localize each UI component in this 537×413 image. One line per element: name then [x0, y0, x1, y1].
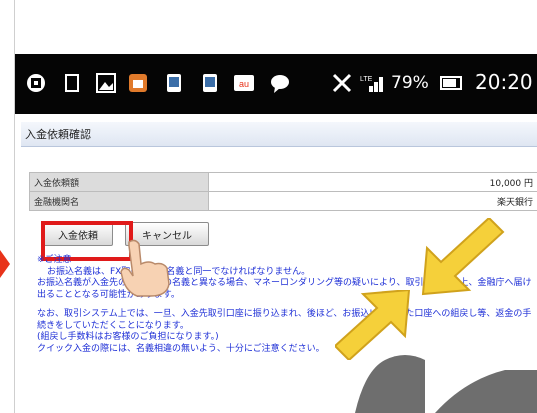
status-bar: au LTE 79% 20:20	[15, 54, 537, 114]
row-value: 10,000 円	[208, 172, 537, 192]
page-header: 入金依頼確認	[21, 122, 537, 147]
row-value: 楽天銀行	[208, 191, 537, 211]
signal-icon: LTE	[360, 76, 383, 92]
home-app-icon	[129, 74, 147, 92]
deposit-summary-table: 入金依頼額 10,000 円 金融機関名 楽天銀行	[29, 172, 537, 211]
left-pointer-arrow-icon	[0, 250, 10, 278]
battery-percent: 79%	[391, 73, 429, 93]
table-row: 金融機関名 楽天銀行	[29, 191, 537, 211]
table-row: 入金依頼額 10,000 円	[29, 172, 537, 192]
phone-screen: au LTE 79% 20:20 入金依頼確認 入金依頼額 10,000 円 金…	[14, 0, 537, 413]
notice-line: なお、取引システム上では、一旦、入金先取引口座に振り込まれ、後ほど、お振込いただ…	[37, 309, 532, 331]
left-margin	[0, 0, 14, 413]
overlay-shape	[435, 370, 537, 413]
gallery-icon	[96, 73, 116, 93]
page-title: 入金依頼確認	[25, 128, 91, 141]
vibrate-off-icon	[332, 73, 352, 93]
svg-text:LTE: LTE	[360, 76, 373, 83]
phone-app-icon	[167, 74, 181, 92]
arrow-down-left-icon	[421, 218, 505, 296]
clock: 20:20	[475, 70, 533, 94]
row-label: 入金依頼額	[29, 172, 209, 192]
phone-app-icon	[203, 74, 217, 92]
notice-line: (組戻し手数料はお客様のご負担になります。)	[37, 332, 219, 342]
row-label: 金融機関名	[29, 191, 209, 211]
pointing-hand-icon	[120, 239, 170, 297]
square-icon	[65, 74, 79, 92]
notice-line: クイック入金の際には、名義相違の無いよう、十分にご注意ください。	[37, 343, 325, 354]
chat-icon	[271, 75, 289, 93]
au-icon: au	[234, 75, 254, 91]
cast-icon	[27, 74, 45, 92]
svg-text:au: au	[239, 79, 249, 89]
battery-icon	[440, 76, 462, 90]
overlay-shape	[355, 355, 425, 413]
